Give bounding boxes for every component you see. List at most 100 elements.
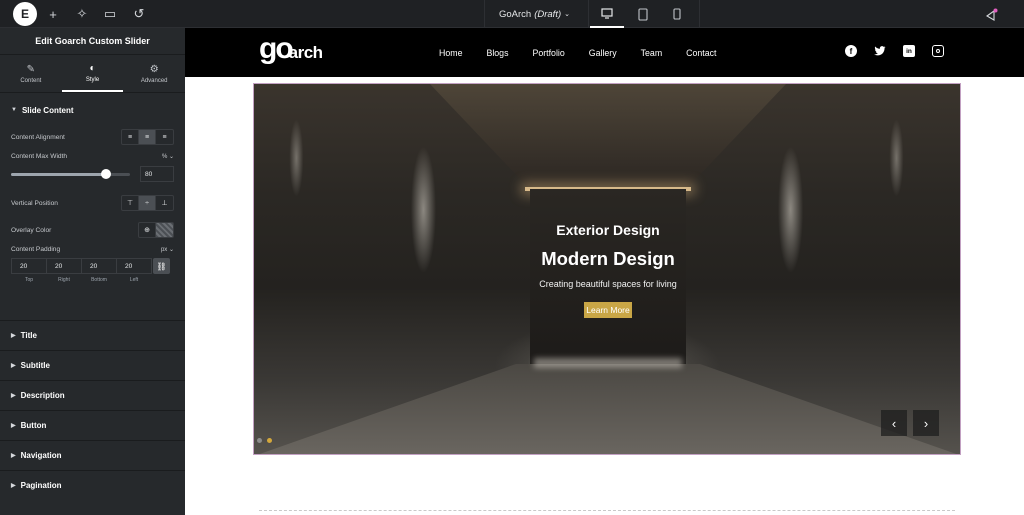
hero-slider: Exterior Design Modern Design Creating b… (253, 83, 961, 455)
social-links: f in (845, 45, 944, 57)
desktop-icon[interactable] (590, 0, 624, 28)
section-subtitle-style[interactable]: ▶ Subtitle (0, 350, 185, 380)
alignment-buttons: ≡ ≡ ≡ (121, 129, 174, 145)
site-preview: goarch Home Blogs Portfolio Gallery Team… (185, 28, 1024, 515)
control-label: Content Max Width (11, 153, 68, 160)
overlay-color-control: Overlay Color ⊕ (11, 222, 174, 238)
tablet-icon[interactable] (626, 0, 660, 28)
padding-right-input[interactable]: 20 (46, 258, 82, 274)
instagram-icon[interactable] (932, 45, 944, 57)
caret-right-icon: ▶ (11, 483, 16, 489)
nav-home[interactable]: Home (439, 48, 462, 58)
linkedin-icon[interactable]: in (903, 45, 915, 57)
twitter-icon[interactable] (874, 45, 886, 57)
device-switcher (588, 0, 700, 28)
document-title[interactable]: GoArch (Draft) ⌄ (484, 0, 584, 28)
section-pagination-style[interactable]: ▶ Pagination (0, 470, 185, 500)
padding-label-bottom: Bottom (91, 277, 107, 283)
slider-handle[interactable] (101, 168, 112, 179)
pencil-icon: ✎ (26, 63, 36, 75)
site-header: goarch Home Blogs Portfolio Gallery Team… (185, 28, 1024, 77)
section-title-style[interactable]: ▶ Title (0, 320, 185, 350)
pagination-dot[interactable] (257, 438, 262, 443)
tab-label: Content (20, 77, 42, 84)
section-button-style[interactable]: ▶ Button (0, 410, 185, 440)
content-padding-control: Content Padding px ⌄ (11, 246, 174, 253)
overlay-color-buttons: ⊕ (138, 222, 174, 238)
unit-select[interactable]: % ⌄ (162, 153, 174, 160)
nav-gallery[interactable]: Gallery (589, 48, 617, 58)
doc-status: (Draft) (534, 8, 562, 20)
max-width-slider-row: 80 (11, 166, 174, 182)
tab-content[interactable]: ✎ Content (0, 55, 62, 92)
next-arrow-icon[interactable]: › (913, 410, 939, 436)
nav-contact[interactable]: Contact (686, 48, 716, 58)
main-nav: Home Blogs Portfolio Gallery Team Contac… (439, 28, 740, 77)
section-label: Navigation (20, 451, 62, 460)
unit-select[interactable]: px ⌄ (161, 246, 174, 253)
sparkle-icon[interactable]: ✧ (73, 5, 91, 23)
floor-reflection (534, 358, 682, 368)
pagination-dot-active[interactable] (267, 438, 272, 443)
page-settings-icon[interactable]: ▭ (101, 5, 119, 23)
section-navigation-style[interactable]: ▶ Navigation (0, 440, 185, 470)
slide-title: Modern Design (541, 248, 675, 269)
elementor-logo[interactable]: E (13, 2, 37, 26)
max-width-slider[interactable] (11, 168, 130, 179)
nav-blogs[interactable]: Blogs (486, 48, 508, 58)
caret-right-icon: ▶ (11, 393, 16, 399)
section-header-slide-content[interactable]: ▼ Slide Content (11, 93, 174, 127)
caret-down-icon: ▼ (11, 107, 17, 113)
gear-icon: ⚙ (149, 63, 159, 75)
section-label: Pagination (20, 481, 62, 490)
section-title: Slide Content (21, 105, 74, 115)
section-description-style[interactable]: ▶ Description (0, 380, 185, 410)
doc-name: GoArch (498, 8, 532, 20)
unit-value: px (160, 247, 168, 253)
tab-label: Style (85, 76, 100, 83)
logo-main: go (259, 32, 294, 65)
panel-tabs: ✎ Content ◐ Style ⚙ Advanced (0, 55, 185, 93)
max-width-input[interactable]: 80 (140, 166, 174, 182)
align-center-icon[interactable]: ≡ (139, 130, 156, 144)
slide-description: Creating beautiful spaces for living (539, 279, 677, 289)
notifications-icon[interactable] (982, 5, 1000, 23)
align-left-icon[interactable]: ≡ (122, 130, 139, 144)
mobile-icon[interactable] (660, 0, 694, 28)
empty-section-placeholder[interactable] (259, 510, 955, 515)
unit-value: % (161, 154, 168, 160)
logo-sub: arch (288, 43, 323, 62)
padding-label-right: Right (58, 277, 70, 283)
collapsed-sections: ▶ Title ▶ Subtitle ▶ Description ▶ Button ▶ N… (0, 320, 185, 500)
slider-fill (11, 172, 107, 176)
section-label: Title (20, 331, 37, 340)
section-label: Subtitle (20, 361, 50, 370)
padding-top-input[interactable]: 20 (11, 258, 47, 274)
tab-style[interactable]: ◐ Style (61, 55, 124, 92)
plus-icon[interactable]: + (44, 5, 62, 23)
align-top-icon[interactable]: ⊤ (122, 196, 139, 210)
globe-icon[interactable]: ⊕ (139, 223, 156, 237)
padding-bottom-input[interactable]: 20 (81, 258, 117, 274)
site-logo[interactable]: goarch (259, 32, 323, 70)
color-swatch-icon[interactable] (156, 223, 173, 237)
prev-arrow-icon[interactable]: ‹ (881, 410, 907, 436)
link-icon[interactable]: ⛓ (153, 258, 170, 274)
corridor-ceiling (430, 84, 786, 189)
slider-arrows: ‹ › (881, 410, 939, 436)
facebook-icon[interactable]: f (845, 45, 857, 57)
tab-advanced[interactable]: ⚙ Advanced (123, 55, 185, 92)
align-right-icon[interactable]: ≡ (156, 130, 173, 144)
nav-portfolio[interactable]: Portfolio (532, 48, 564, 58)
vertical-position-buttons: ⊤ ÷ ⊥ (121, 195, 174, 211)
section-label: Button (20, 421, 47, 430)
padding-left-input[interactable]: 20 (116, 258, 152, 274)
history-icon[interactable]: ↺ (130, 5, 148, 23)
nav-team[interactable]: Team (641, 48, 663, 58)
learn-more-button[interactable]: Learn More (584, 302, 632, 318)
align-bottom-icon[interactable]: ⊥ (156, 196, 173, 210)
slide-caption: Exterior Design Modern Design Creating b… (254, 222, 960, 318)
align-middle-icon[interactable]: ÷ (139, 196, 156, 210)
caret-right-icon: ▶ (11, 453, 16, 459)
section-label: Description (20, 391, 65, 400)
